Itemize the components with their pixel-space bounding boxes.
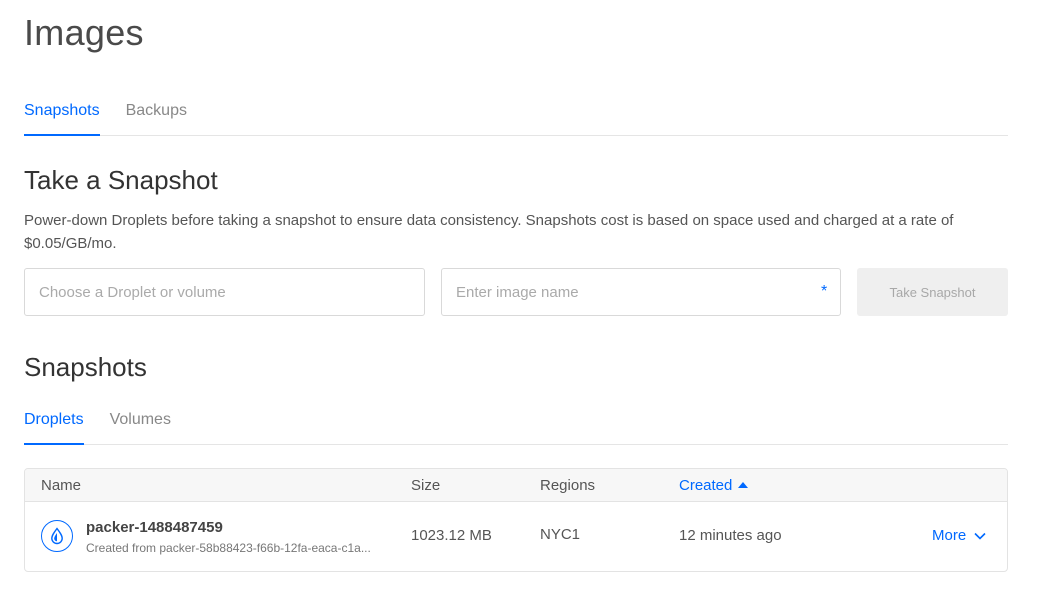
snapshot-region: NYC1 — [540, 526, 581, 543]
required-asterisk: * — [821, 283, 828, 300]
snapshot-created: 12 minutes ago — [679, 527, 782, 544]
image-name-input[interactable] — [441, 268, 841, 316]
tab-volumes[interactable]: Volumes — [110, 407, 171, 444]
snapshots-title: Snapshots — [24, 352, 147, 382]
table-header: Name Size Regions Created — [25, 469, 1007, 502]
table-row: packer-1488487459 Created from packer-58… — [25, 502, 1007, 571]
sort-ascending-icon — [738, 482, 749, 488]
snapshot-size: 1023.12 MB — [411, 527, 492, 544]
snapshot-type-tabs: Droplets Volumes — [24, 407, 1008, 445]
column-created-label: Created — [679, 477, 733, 494]
tab-backups[interactable]: Backups — [126, 98, 187, 135]
chevron-down-icon — [974, 532, 986, 540]
more-menu-button[interactable]: More — [932, 527, 986, 544]
take-snapshot-button[interactable]: Take Snapshot — [857, 268, 1008, 316]
snapshot-name: packer-1488487459 — [86, 519, 223, 536]
column-regions: Regions — [540, 477, 596, 494]
column-name: Name — [41, 477, 82, 494]
more-label: More — [932, 527, 967, 544]
column-size: Size — [411, 477, 441, 494]
tab-droplets[interactable]: Droplets — [24, 407, 84, 445]
images-tabs: Snapshots Backups — [24, 98, 1008, 136]
droplet-icon — [41, 520, 73, 552]
droplet-volume-select[interactable] — [24, 268, 425, 316]
take-snapshot-description: Power-down Droplets before taking a snap… — [24, 212, 954, 252]
page-title: Images — [24, 12, 144, 53]
take-snapshot-title: Take a Snapshot — [24, 165, 218, 195]
column-created-sort[interactable]: Created — [679, 477, 749, 494]
tab-snapshots[interactable]: Snapshots — [24, 98, 100, 136]
snapshot-source: Created from packer-58b88423-f66b-12fa-e… — [86, 541, 371, 555]
snapshots-table: Name Size Regions Created packer-1488487… — [24, 468, 1008, 572]
